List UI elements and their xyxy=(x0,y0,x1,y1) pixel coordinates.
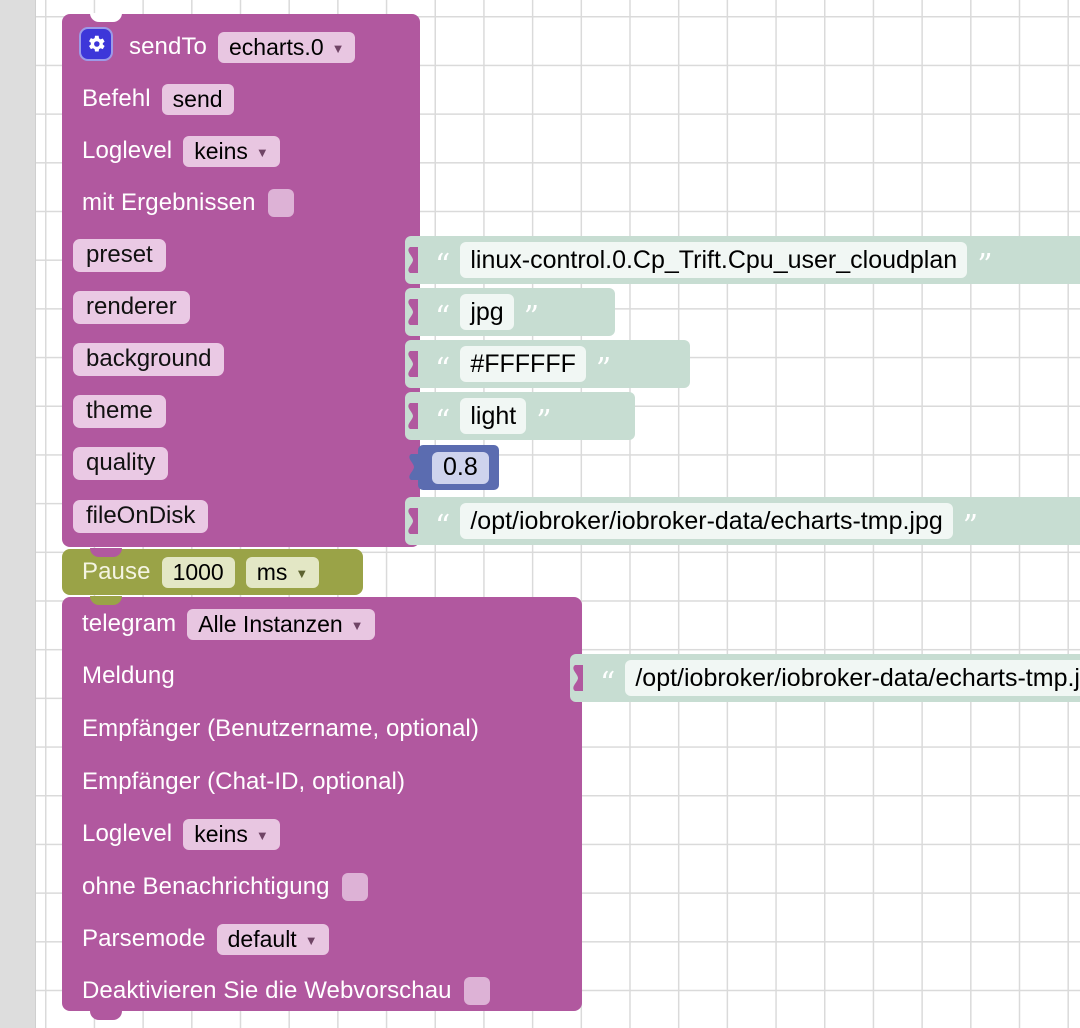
chevron-down-icon: ▼ xyxy=(331,40,345,56)
chevron-down-icon: ▼ xyxy=(255,827,269,843)
empfaenger-chatid-label: Empfänger (Chat-ID, optional) xyxy=(82,768,406,795)
chevron-down-icon: ▼ xyxy=(295,565,309,581)
row-webvorschau: Deaktivieren Sie die Webvorschau xyxy=(82,972,490,1010)
loglevel-label: Loglevel xyxy=(82,137,173,164)
chevron-down-icon: ▼ xyxy=(304,932,318,948)
gear-icon xyxy=(89,35,105,52)
renderer-chip: renderer xyxy=(73,290,190,324)
befehl-value: send xyxy=(172,85,223,112)
string-value-file-on-disk[interactable]: /opt/iobroker/iobroker-data/echarts-tmp.… xyxy=(460,503,953,539)
value-connector-icon xyxy=(408,403,418,429)
row-renderer: renderer xyxy=(73,288,190,326)
next-connection-notch xyxy=(90,1011,122,1020)
meldung-label: Meldung xyxy=(82,662,175,689)
row-ohne-benachrichtigung: ohne Benachrichtigung xyxy=(82,868,368,906)
row-telegram-title: telegram Alle Instanzen ▼ xyxy=(82,605,375,643)
previous-connection-notch xyxy=(90,596,122,605)
row-telegram-loglevel: Loglevel keins ▼ xyxy=(82,815,280,853)
telegram-instance-value: Alle Instanzen xyxy=(198,610,343,637)
toolbox-gutter-edge xyxy=(35,0,36,1028)
row-parsemode: Parsemode default ▼ xyxy=(82,920,329,958)
parsemode-label: Parsemode xyxy=(82,925,206,952)
block-pause[interactable]: Pause 1000 ms ▼ xyxy=(62,548,363,595)
befehl-label: Befehl xyxy=(82,85,151,112)
theme-chip: theme xyxy=(73,394,166,428)
chevron-down-icon: ▼ xyxy=(350,617,364,633)
value-connector-icon xyxy=(408,508,418,534)
row-loglevel: Loglevel keins ▼ xyxy=(82,132,280,170)
pause-amount-value: 1000 xyxy=(172,558,224,585)
string-value-theme[interactable]: light xyxy=(460,398,527,434)
string-value-background[interactable]: #FFFFFF xyxy=(460,346,586,382)
value-connector-icon xyxy=(409,454,419,480)
row-mit-ergebnissen: mit Ergebnissen xyxy=(82,184,294,222)
row-quality: quality xyxy=(73,444,169,482)
empfaenger-benutzername-label: Empfänger (Benutzername, optional) xyxy=(82,715,479,742)
pause-unit-value: ms xyxy=(256,558,288,585)
row-meldung: Meldung xyxy=(82,657,175,695)
row-empfaenger-benutzername: Empfänger (Benutzername, optional) xyxy=(82,710,479,748)
string-value-meldung[interactable]: /opt/iobroker/iobroker-data/echarts-tmp.… xyxy=(625,660,1080,696)
mutator-button[interactable] xyxy=(79,27,113,61)
parsemode-value: default xyxy=(227,925,297,952)
row-sendto-title: sendTo echarts.0 ▼ xyxy=(129,28,356,66)
chevron-down-icon: ▼ xyxy=(255,144,269,160)
instance-dropdown[interactable]: echarts.0 ▼ xyxy=(218,31,356,63)
row-file-on-disk: fileOnDisk xyxy=(73,497,209,535)
number-block-quality[interactable]: 0.8 xyxy=(409,445,499,490)
telegram-instance-dropdown[interactable]: Alle Instanzen ▼ xyxy=(187,608,375,640)
string-value-renderer[interactable]: jpg xyxy=(460,294,514,330)
string-block-theme[interactable]: “ light ” xyxy=(405,392,635,440)
preset-chip: preset xyxy=(73,238,166,272)
value-connector-icon xyxy=(408,299,418,325)
telegram-loglevel-label: Loglevel xyxy=(82,820,173,847)
row-pause: Pause 1000 ms ▼ xyxy=(82,553,320,591)
ohne-benachrichtigung-label: ohne Benachrichtigung xyxy=(82,873,330,900)
file-on-disk-chip: fileOnDisk xyxy=(73,499,209,533)
row-background: background xyxy=(73,340,225,378)
blockly-workspace[interactable]: “ linux-control.0.Cp_Trift.Cpu_user_clou… xyxy=(0,0,1080,1028)
telegram-title-label: telegram xyxy=(82,610,177,637)
mit-ergebnissen-checkbox[interactable] xyxy=(267,189,294,217)
row-preset: preset xyxy=(73,236,166,274)
mit-ergebnissen-label: mit Ergebnissen xyxy=(82,189,256,216)
string-block-background[interactable]: “ #FFFFFF ” xyxy=(405,340,690,388)
toolbox-gutter[interactable] xyxy=(0,0,35,1028)
number-value-quality[interactable]: 0.8 xyxy=(432,451,489,484)
row-empfaenger-chatid: Empfänger (Chat-ID, optional) xyxy=(82,763,405,801)
quality-chip: quality xyxy=(73,446,169,480)
background-chip: background xyxy=(73,342,225,376)
value-connector-icon xyxy=(573,665,583,691)
ohne-benachrichtigung-checkbox[interactable] xyxy=(341,873,368,901)
pause-amount-field[interactable]: 1000 xyxy=(161,556,235,588)
parsemode-dropdown[interactable]: default ▼ xyxy=(216,923,329,955)
webvorschau-checkbox[interactable] xyxy=(463,977,490,1005)
loglevel-dropdown[interactable]: keins ▼ xyxy=(183,135,280,167)
webvorschau-label: Deaktivieren Sie die Webvorschau xyxy=(82,977,452,1004)
value-connector-icon xyxy=(408,247,418,273)
instance-dropdown-value: echarts.0 xyxy=(229,33,324,60)
pause-label: Pause xyxy=(82,558,151,585)
value-connector-icon xyxy=(408,351,418,377)
telegram-loglevel-value: keins xyxy=(194,820,248,847)
block-title-label: sendTo xyxy=(129,33,207,60)
row-befehl: Befehl send xyxy=(82,80,234,118)
block-telegram[interactable]: telegram Alle Instanzen ▼ Meldung Empfän… xyxy=(62,596,582,1020)
pause-unit-dropdown[interactable]: ms ▼ xyxy=(245,556,320,588)
previous-connection-notch xyxy=(90,13,122,22)
string-block-renderer[interactable]: “ jpg ” xyxy=(405,288,615,336)
string-block-meldung[interactable]: “ /opt/iobroker/iobroker-data/echarts-tm… xyxy=(570,654,1080,702)
string-block-preset[interactable]: “ linux-control.0.Cp_Trift.Cpu_user_clou… xyxy=(405,236,1080,284)
telegram-loglevel-dropdown[interactable]: keins ▼ xyxy=(183,818,280,850)
string-block-file-on-disk[interactable]: “ /opt/iobroker/iobroker-data/echarts-tm… xyxy=(405,497,1080,545)
string-value-preset[interactable]: linux-control.0.Cp_Trift.Cpu_user_cloudp… xyxy=(460,242,968,278)
loglevel-value: keins xyxy=(194,137,248,164)
block-sendto[interactable]: sendTo echarts.0 ▼ Befehl send Loglevel … xyxy=(62,13,420,547)
row-theme: theme xyxy=(73,392,166,430)
befehl-field[interactable]: send xyxy=(161,83,234,115)
